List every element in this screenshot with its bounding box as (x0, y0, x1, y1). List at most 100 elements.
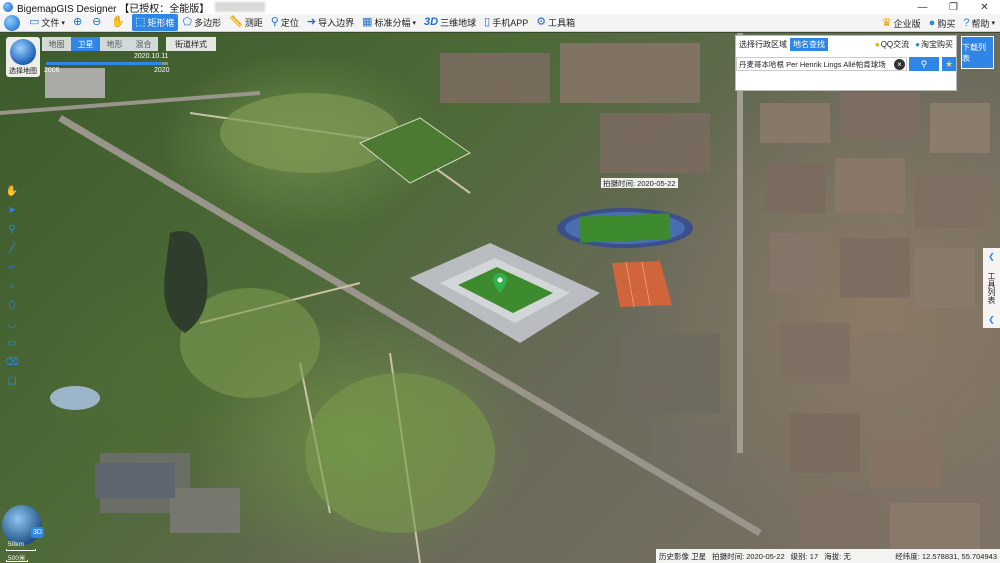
standard-grid-button[interactable]: ▦标准分幅▾ (359, 14, 419, 31)
polygon-icon: ⬠ (183, 17, 193, 28)
globe-logo-icon[interactable] (4, 15, 20, 31)
buy-button[interactable]: ●购买 (926, 15, 959, 32)
satellite-map-view[interactable]: 选择地图 地图 卫星 地形 混合 街道样式 2020.10.11 2006 20… (0, 33, 1000, 563)
rectangle-select-button[interactable]: ⬚矩形框 (132, 14, 177, 31)
ellipse-icon[interactable]: ⬯ (4, 297, 20, 314)
history-year-start: 2006 (44, 67, 60, 74)
pan-button[interactable]: ✋ (108, 14, 130, 31)
zoom-in-button[interactable]: ⊕ (70, 14, 87, 31)
tab-satellite[interactable]: 卫星 (71, 37, 100, 51)
location-pin-icon: ⚲ (271, 17, 279, 28)
enterprise-button[interactable]: ♛企业版 (879, 15, 924, 32)
search-button[interactable]: ⚲ (909, 57, 939, 71)
location-marker-icon[interactable] (493, 273, 507, 293)
pointer-icon[interactable]: ➤ (4, 202, 20, 219)
chevron-down-icon: ▾ (413, 19, 417, 27)
buy-icon: ● (929, 18, 936, 29)
arc-icon[interactable]: ◡ (4, 316, 20, 333)
window-title: BigemapGIS Designer 【已授权：全能版】 (17, 0, 209, 15)
scale-bar: 50km 500米 (4, 541, 44, 561)
search-row: 丹麦哥本哈根 Per Henrik Lings Allé帕肯球场 × ⚲ ★ (736, 57, 956, 71)
status-source: 历史影像 卫星 (656, 551, 709, 562)
pin-icon[interactable]: ⚲ (4, 221, 20, 238)
search-panel: 选择行政区域 地名查找 ●QQ交流 ●淘宝购买 丹麦哥本哈根 Per Henri… (735, 35, 957, 91)
pan-hand-icon: ✋ (111, 17, 125, 28)
polygon-button[interactable]: ⬠多边形 (180, 14, 225, 31)
toolbox-side-tab[interactable]: ❮ 工具列表 ❮ (983, 248, 1000, 328)
zoom-out-icon: ⊖ (92, 17, 101, 28)
eraser-icon[interactable]: ⌫ (4, 354, 20, 371)
scale-line-m (6, 560, 28, 562)
hand-icon[interactable]: ✋ (4, 183, 20, 200)
chevron-left-icon: ❮ (988, 315, 995, 324)
main-toolbar: ▭文件▾ ⊕ ⊖ ✋ ⬚矩形框 ⬠多边形 📏测距 ⚲定位 ➜导入边界 ▦标准分幅… (0, 14, 1000, 32)
circle-icon[interactable]: ○ (4, 278, 20, 295)
maximize-button[interactable]: ❐ (938, 0, 969, 14)
zoom-in-icon: ⊕ (73, 17, 82, 28)
close-button[interactable]: ✕ (969, 0, 1000, 14)
help-button[interactable]: ?帮助▾ (960, 15, 998, 32)
star-icon: ★ (945, 59, 953, 70)
mobile-icon: ▯ (484, 17, 490, 28)
file-menu[interactable]: ▭文件▾ (26, 14, 68, 31)
3d-globe-button[interactable]: 3D三维地球 (421, 14, 479, 31)
toolbox-icon: ⚙ (536, 17, 546, 28)
taobao-icon: ● (915, 40, 920, 49)
folder-icon: ▭ (29, 17, 39, 28)
favorite-button[interactable]: ★ (942, 57, 956, 71)
tab-terrain[interactable]: 地形 (100, 37, 129, 51)
chevron-down-icon: ▾ (991, 19, 995, 27)
rectangle-icon[interactable]: ▭ (4, 335, 20, 352)
drawing-tools: ✋ ➤ ⚲ ╱ ⌐ ○ ⬯ ◡ ▭ ⌫ ❏ (3, 183, 21, 390)
map-imagery (0, 33, 1000, 563)
scale-km: 50km (8, 541, 24, 548)
grid-icon: ▦ (362, 17, 372, 28)
history-date: 2020.10.11 (134, 53, 169, 60)
street-style-button[interactable]: 街道样式 (166, 37, 216, 51)
mini-globe[interactable] (2, 505, 42, 545)
select-map-button[interactable]: 选择地图 (6, 37, 40, 77)
chevron-left-icon: ❮ (988, 252, 995, 261)
polyline-icon[interactable]: ⌐ (4, 259, 20, 276)
import-boundary-button[interactable]: ➜导入边界 (304, 14, 357, 31)
tab-map[interactable]: 地图 (42, 37, 71, 51)
place-search-tab[interactable]: 地名查找 (790, 38, 828, 51)
zoom-out-button[interactable]: ⊖ (89, 14, 106, 31)
toolbox-button[interactable]: ⚙工具箱 (533, 14, 578, 31)
redacted-area (215, 2, 265, 12)
help-icon: ? (963, 18, 969, 29)
tab-hybrid[interactable]: 混合 (129, 37, 158, 51)
capture-date-label: 拍摄时间: 2020-05-22 (601, 178, 678, 188)
title-bar: BigemapGIS Designer 【已授权：全能版】 — ❐ ✕ (0, 0, 1000, 14)
qq-contact-button[interactable]: ●QQ交流 (872, 39, 912, 50)
layers-icon[interactable]: ❏ (4, 373, 20, 390)
enterprise-icon: ♛ (882, 18, 892, 29)
status-altitude: 海拔: 无 (821, 551, 854, 562)
select-region-button[interactable]: 选择行政区域 (736, 39, 790, 50)
3d-toggle-button[interactable]: 3D (31, 527, 44, 538)
window-controls: — ❐ ✕ (907, 0, 1000, 14)
import-boundary-icon: ➜ (307, 17, 316, 28)
history-slider[interactable]: 2020.10.11 2006 2020 (42, 53, 172, 77)
line-icon[interactable]: ╱ (4, 240, 20, 257)
search-input[interactable]: 丹麦哥本哈根 Per Henrik Lings Allé帕肯球场 (736, 57, 907, 71)
rectangle-select-icon: ⬚ (135, 17, 145, 28)
minimize-button[interactable]: — (907, 0, 938, 14)
history-year-end: 2020 (154, 67, 170, 74)
3d-globe-icon: 3D (424, 17, 438, 28)
status-zoom: 级别: 17 (788, 551, 822, 562)
locate-button[interactable]: ⚲定位 (268, 14, 302, 31)
search-icon: ⚲ (921, 59, 928, 70)
measure-button[interactable]: 📏测距 (226, 14, 266, 31)
taobao-buy-button[interactable]: ●淘宝购买 (912, 39, 956, 50)
globe-icon (10, 39, 36, 65)
toolbar-right: ♛企业版 ●购买 ?帮助▾ (879, 14, 1000, 32)
scale-line-km (6, 549, 36, 551)
mobile-app-button[interactable]: ▯手机APP (481, 14, 531, 31)
status-coordinates: 经纬度: 12.578831, 55.704943 (892, 551, 1000, 562)
download-list-button[interactable]: 下载列表 (961, 36, 994, 69)
clear-icon[interactable]: × (894, 59, 905, 70)
status-bar: 历史影像 卫星 拍摄时间: 2020-05-22 级别: 17 海拔: 无 经纬… (656, 549, 1000, 563)
history-track[interactable] (46, 62, 168, 65)
toolbox-tab-label: 工具列表 (986, 272, 997, 304)
